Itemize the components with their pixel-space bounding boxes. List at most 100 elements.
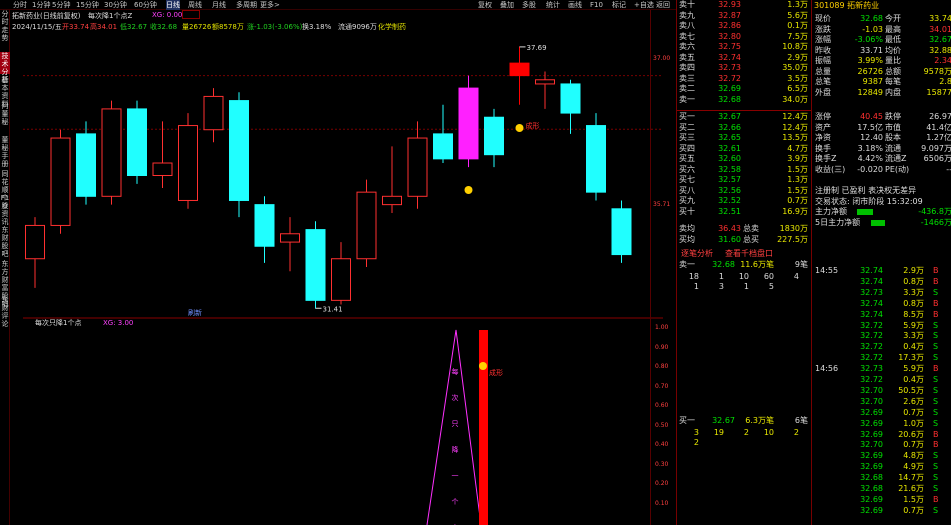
candle-body xyxy=(127,108,147,176)
stat2-row-cell: 流通Z xyxy=(885,154,907,163)
smile-icon xyxy=(479,362,487,370)
left-tab-4[interactable]: 董秘手册 xyxy=(0,136,10,168)
tick-row-cell: 0.7万 xyxy=(903,440,924,450)
left-tab-8[interactable]: 东方财富股吧 xyxy=(0,260,10,308)
tick-row-cell: 5.9万 xyxy=(903,320,924,330)
toolbar-right-8[interactable]: 返回 xyxy=(656,0,670,10)
period-tab-6[interactable]: 日线 xyxy=(166,0,180,10)
tick-row-cell: S xyxy=(933,462,939,472)
period-tab-10[interactable]: 更多> xyxy=(260,0,280,10)
scale-sub-7: 0.30 xyxy=(655,460,669,468)
info-bar: 拓新药业(日线前复权) 每次降1个点Z XG: 0.00 2024/11/15/… xyxy=(10,10,670,32)
stat-row-cell: 涨跌 xyxy=(815,24,831,34)
stat-row-cell: 量比 xyxy=(885,56,901,65)
kline-icon[interactable] xyxy=(182,10,200,19)
left-tab-2[interactable]: 基本资料 xyxy=(0,76,10,108)
bid-row-cell: 买七 xyxy=(679,175,695,184)
stat-row-cell: 总量 xyxy=(815,66,831,76)
kline-chart[interactable]: 37.6931.41成形刷新每次只降1个点XG: 3.00成形每次只降一个点 xyxy=(10,32,676,525)
toolbar-right-7[interactable]: +自选 xyxy=(634,0,654,10)
stat-row: 总量 26726 总额 9578万 xyxy=(677,67,951,78)
tick-row-cell: 32.74 xyxy=(860,309,883,319)
scale-main-0: 37.00 xyxy=(653,55,671,62)
period-tab-2[interactable]: 5分钟 xyxy=(52,0,70,10)
left-tab-1[interactable]: 技术分析 xyxy=(0,52,10,84)
smile-icon xyxy=(515,124,524,132)
period-tab-1[interactable]: 1分钟 xyxy=(32,0,50,10)
tick-row: 32.74 0.8万 B xyxy=(677,299,951,310)
stat2-row-cell: 换手Z xyxy=(815,154,837,163)
stat2-row-cell: 市值 xyxy=(885,122,901,132)
period-tab-4[interactable]: 30分钟 xyxy=(104,0,127,10)
scale-sub-4: 0.60 xyxy=(655,402,669,409)
stat-row-cell: 总额 xyxy=(885,66,901,76)
period-tab-9[interactable]: 多周期 xyxy=(236,0,257,10)
candle-body xyxy=(280,233,300,243)
bid-row-cell: 32.57 xyxy=(718,175,741,184)
stat2-row-cell: PE(动) xyxy=(885,164,910,174)
bid-row: 买七 32.57 1.3万 xyxy=(677,175,951,186)
scale-sub-2: 0.80 xyxy=(655,363,669,370)
tick-row-cell: 5.9万 xyxy=(903,364,924,374)
period-tab-7[interactable]: 周线 xyxy=(188,0,202,10)
toolbar-right-5[interactable]: F10 xyxy=(590,0,603,10)
tick-row-cell: S xyxy=(933,396,939,406)
tick-row-cell: 32.74 xyxy=(860,266,883,275)
left-tab-5[interactable]: 同花顺F10 xyxy=(0,170,10,210)
tick-row: 32.70 0.7万 B xyxy=(677,440,951,451)
stat-row: 涨幅 -3.06% 最低 32.67 xyxy=(677,35,951,46)
stat2-row-cell: 资产 xyxy=(815,122,831,132)
tab-tick-analysis[interactable]: 逐笔分析 xyxy=(681,248,713,259)
tick-row-cell: S xyxy=(933,451,939,461)
stat2-row-cell: 涨停 xyxy=(815,112,831,121)
candle-body xyxy=(50,137,71,226)
sub-text-char: 一 xyxy=(452,472,459,480)
stat-row-cell: 26726 xyxy=(857,66,883,76)
tick-row: 32.72 0.4万 S xyxy=(677,342,951,353)
info-open: 开33.74 xyxy=(62,23,90,31)
bid-row-cell: 1.3万 xyxy=(787,175,808,184)
avg-row: 卖均 36.43 总卖 1830万 xyxy=(677,224,951,235)
left-tab-0[interactable]: 分时走势 xyxy=(0,10,10,50)
stat2-row-cell: 跌停 xyxy=(885,112,901,121)
period-tab-5[interactable]: 60分钟 xyxy=(134,0,157,10)
toolbar-right-0[interactable]: 复权 xyxy=(478,0,492,10)
stat2-row-cell: 41.4亿 xyxy=(926,122,951,132)
toolbar-right-4[interactable]: 画线 xyxy=(568,0,582,10)
toolbar-right-2[interactable]: 多股 xyxy=(522,0,536,10)
left-tab-3[interactable]: 问董秘 xyxy=(0,102,10,134)
tick-row: 32.68 21.6万 S xyxy=(677,484,951,495)
tick-row-cell: B xyxy=(933,494,939,504)
tab-depth[interactable]: 查看千档盘口 xyxy=(725,248,773,259)
scale-sub-5: 0.50 xyxy=(655,421,669,429)
toolbar-right-1[interactable]: 叠加 xyxy=(500,0,514,10)
info-sector: 化学制药 xyxy=(378,23,406,31)
tick-row-cell: 32.72 xyxy=(860,320,883,330)
left-tab-9[interactable]: 东财评论 xyxy=(0,296,10,328)
period-tab-8[interactable]: 月线 xyxy=(212,0,226,10)
avg-row-cell: 卖均 xyxy=(679,224,695,233)
stat-row: 涨跌 -1.03 最高 34.01 xyxy=(677,25,951,36)
tick-row: 32.69 4.9万 S xyxy=(677,462,951,473)
status-note: 交易状态: 闭市阶段 15:32:09 xyxy=(815,196,923,206)
flow-row-cell: 主力净额 xyxy=(815,207,847,216)
left-tab-7[interactable]: 东财股吧 xyxy=(0,226,10,258)
toolbar-right-6[interactable]: 标记 xyxy=(612,0,626,10)
candle-body xyxy=(586,125,606,193)
stat-row-cell: 均价 xyxy=(885,45,901,55)
left-tab-6[interactable]: 个股资讯 xyxy=(0,194,10,226)
tick-row-cell: 2.9万 xyxy=(903,266,924,275)
refresh-label: 刷新 xyxy=(188,308,202,317)
candle-body xyxy=(76,133,96,197)
stat-row-cell: 最高 xyxy=(885,24,901,34)
bid-row-cell: 0.7万 xyxy=(787,196,808,205)
stat2-row-cell: 26.97 xyxy=(929,112,951,121)
period-tab-0[interactable]: 分时 xyxy=(13,0,27,10)
scale-sub-1: 0.90 xyxy=(655,343,669,351)
stat2-row-cell: -- xyxy=(946,164,951,174)
tick-row-cell: 0.8万 xyxy=(903,298,924,308)
avg-row-cell: 买均 xyxy=(679,234,695,244)
toolbar-right-3[interactable]: 统计 xyxy=(546,0,560,10)
period-tab-3[interactable]: 15分钟 xyxy=(76,0,99,10)
candle-body xyxy=(101,108,122,197)
